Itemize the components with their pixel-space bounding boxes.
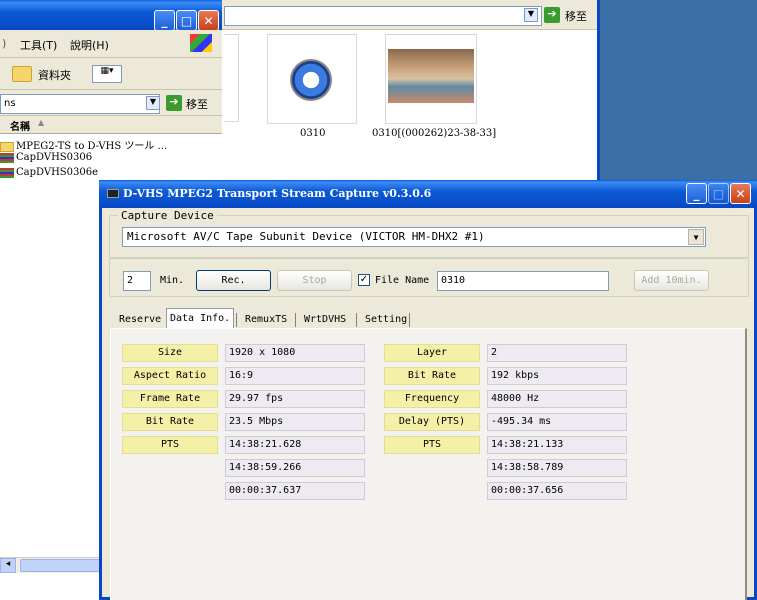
audio-pts-label: PTS <box>384 436 480 454</box>
minimize-icon[interactable]: _ <box>686 183 707 204</box>
audio-pts-start: 14:38:21.133 <box>487 436 627 454</box>
maximize-icon[interactable]: □ <box>176 10 197 31</box>
video-pts-label: PTS <box>122 436 218 454</box>
rec-button[interactable]: Rec. <box>196 270 271 291</box>
folder-address-bar: ▼ ➔ 移至 <box>222 0 597 30</box>
menu-help[interactable]: 說明(H) <box>70 37 109 53</box>
go-arrow-icon[interactable]: ➔ <box>166 95 182 111</box>
minimize-icon[interactable]: _ <box>154 10 175 31</box>
windows-logo-icon <box>190 34 212 52</box>
video-pts-end: 14:38:59.266 <box>225 459 365 477</box>
chevron-down-icon[interactable]: ▼ <box>524 8 538 22</box>
video-pts-duration: 00:00:37.637 <box>225 482 365 500</box>
size-label: Size <box>122 344 218 362</box>
layer-label: Layer <box>384 344 480 362</box>
tab-setting[interactable]: Setting <box>362 310 410 330</box>
address-bar: ns ▼ ➔ 移至 <box>0 90 222 116</box>
tab-separator <box>409 313 410 327</box>
min-label: Min. <box>160 275 185 286</box>
video-bit-rate-value: 23.5 Mbps <box>225 413 365 431</box>
tab-reserve[interactable]: Reserve <box>116 310 164 330</box>
close-icon[interactable]: ✕ <box>198 10 219 31</box>
folders-button[interactable]: 資料夾 <box>38 67 71 83</box>
layer-value: 2 <box>487 344 627 362</box>
list-item[interactable]: CapDVHS0306 <box>0 152 92 166</box>
go-arrow-icon[interactable]: ➔ <box>544 7 560 23</box>
audio-pts-duration: 00:00:37.656 <box>487 482 627 500</box>
tab-separator <box>295 313 296 327</box>
video-pts-start: 14:38:21.628 <box>225 436 365 454</box>
list-item-label: CapDVHS0306 <box>16 152 93 163</box>
dialog-titlebar[interactable]: D-VHS MPEG2 Transport Stream Capture v0.… <box>99 180 757 208</box>
explorer-titlebar[interactable]: _ □ ✕ <box>0 0 224 31</box>
maximize-icon: □ <box>708 183 729 204</box>
frequency-value: 48000 Hz <box>487 390 627 408</box>
folder-address-input[interactable] <box>224 6 542 26</box>
program-icon <box>0 152 14 163</box>
dialog-title: D-VHS MPEG2 Transport Stream Capture v0.… <box>123 187 432 200</box>
address-input[interactable]: ns <box>0 94 160 114</box>
go-button[interactable]: 移至 <box>186 96 208 112</box>
aspect-ratio-value: 16:9 <box>225 367 365 385</box>
views-icon[interactable]: ▦▾ <box>92 65 122 83</box>
menu-paren: ) <box>2 37 7 50</box>
list-item-label: MPEG2-TS to D-VHS ツール ... <box>16 141 168 152</box>
scroll-left-icon[interactable]: ◂ <box>0 558 16 573</box>
add-10min-button[interactable]: Add 10min. <box>634 270 709 291</box>
name-column-header[interactable]: 名稱 <box>10 118 30 133</box>
file-name-label: File Name <box>375 275 430 286</box>
minutes-input[interactable]: 2 <box>123 271 151 291</box>
audio-bit-rate-label: Bit Rate <box>384 367 480 385</box>
video-bit-rate-label: Bit Rate <box>122 413 218 431</box>
file-thumbnail[interactable] <box>385 34 477 124</box>
tab-wrtdvhs[interactable]: WrtDVHS <box>301 310 349 330</box>
media-player-icon <box>290 59 332 101</box>
stop-button[interactable]: Stop <box>277 270 352 291</box>
list-item[interactable]: MPEG2-TS to D-VHS ツール ... <box>0 137 168 152</box>
aspect-ratio-label: Aspect Ratio <box>122 367 218 385</box>
close-icon[interactable]: ✕ <box>730 183 751 204</box>
video-thumbnail-image <box>388 49 474 103</box>
capture-dialog: D-VHS MPEG2 Transport Stream Capture v0.… <box>99 180 757 600</box>
scroll-thumb[interactable] <box>20 559 110 572</box>
file-name-checkbox[interactable]: ✓ <box>358 274 370 286</box>
tab-data-info[interactable]: Data Info. <box>166 308 235 328</box>
chevron-down-icon[interactable]: ▼ <box>146 96 160 110</box>
frame-rate-label: Frame Rate <box>122 390 218 408</box>
file-label[interactable]: 0310 <box>300 128 325 139</box>
audio-pts-end: 14:38:58.789 <box>487 459 627 477</box>
sort-up-icon: ▲ <box>38 118 45 127</box>
go-button[interactable]: 移至 <box>565 8 587 24</box>
frequency-label: Frequency <box>384 390 480 408</box>
tab-separator <box>356 313 357 327</box>
file-label[interactable]: 0310[(000262)23-38-33] <box>372 128 496 139</box>
folders-icon[interactable] <box>12 66 32 82</box>
size-value: 1920 x 1080 <box>225 344 365 362</box>
capture-device-select[interactable]: Microsoft AV/C Tape Subunit Device (VICT… <box>122 227 706 247</box>
audio-bit-rate-value: 192 kbps <box>487 367 627 385</box>
capture-device-value: Microsoft AV/C Tape Subunit Device (VICT… <box>127 230 485 243</box>
menu-bar: ) 工具(T) 說明(H) <box>0 30 222 58</box>
tab-separator <box>236 313 237 327</box>
menu-tools[interactable]: 工具(T) <box>20 37 57 53</box>
tab-remuxts[interactable]: RemuxTS <box>242 310 290 330</box>
frame-rate-value: 29.97 fps <box>225 390 365 408</box>
file-name-input[interactable]: 0310 <box>437 271 609 291</box>
list-item[interactable]: CapDVHS0306e <box>0 167 98 181</box>
delay-pts-value: -495.34 ms <box>487 413 627 431</box>
explorer-toolbar: 資料夾 ▦▾ <box>0 58 222 90</box>
program-icon <box>0 167 14 178</box>
list-item-label: CapDVHS0306e <box>16 167 99 178</box>
delay-pts-label: Delay (PTS) <box>384 413 480 431</box>
file-thumbnail-partial <box>224 34 239 122</box>
app-icon <box>107 189 119 198</box>
list-header: 名稱 ▲ <box>0 116 222 134</box>
chevron-down-icon[interactable]: ▼ <box>688 229 704 245</box>
file-thumbnail[interactable] <box>267 34 357 124</box>
folder-window: ▼ ➔ 移至 0310 0310[(000262)23-38-33] <box>222 0 600 182</box>
folder-icon <box>0 141 14 152</box>
capture-device-legend: Capture Device <box>121 209 214 222</box>
